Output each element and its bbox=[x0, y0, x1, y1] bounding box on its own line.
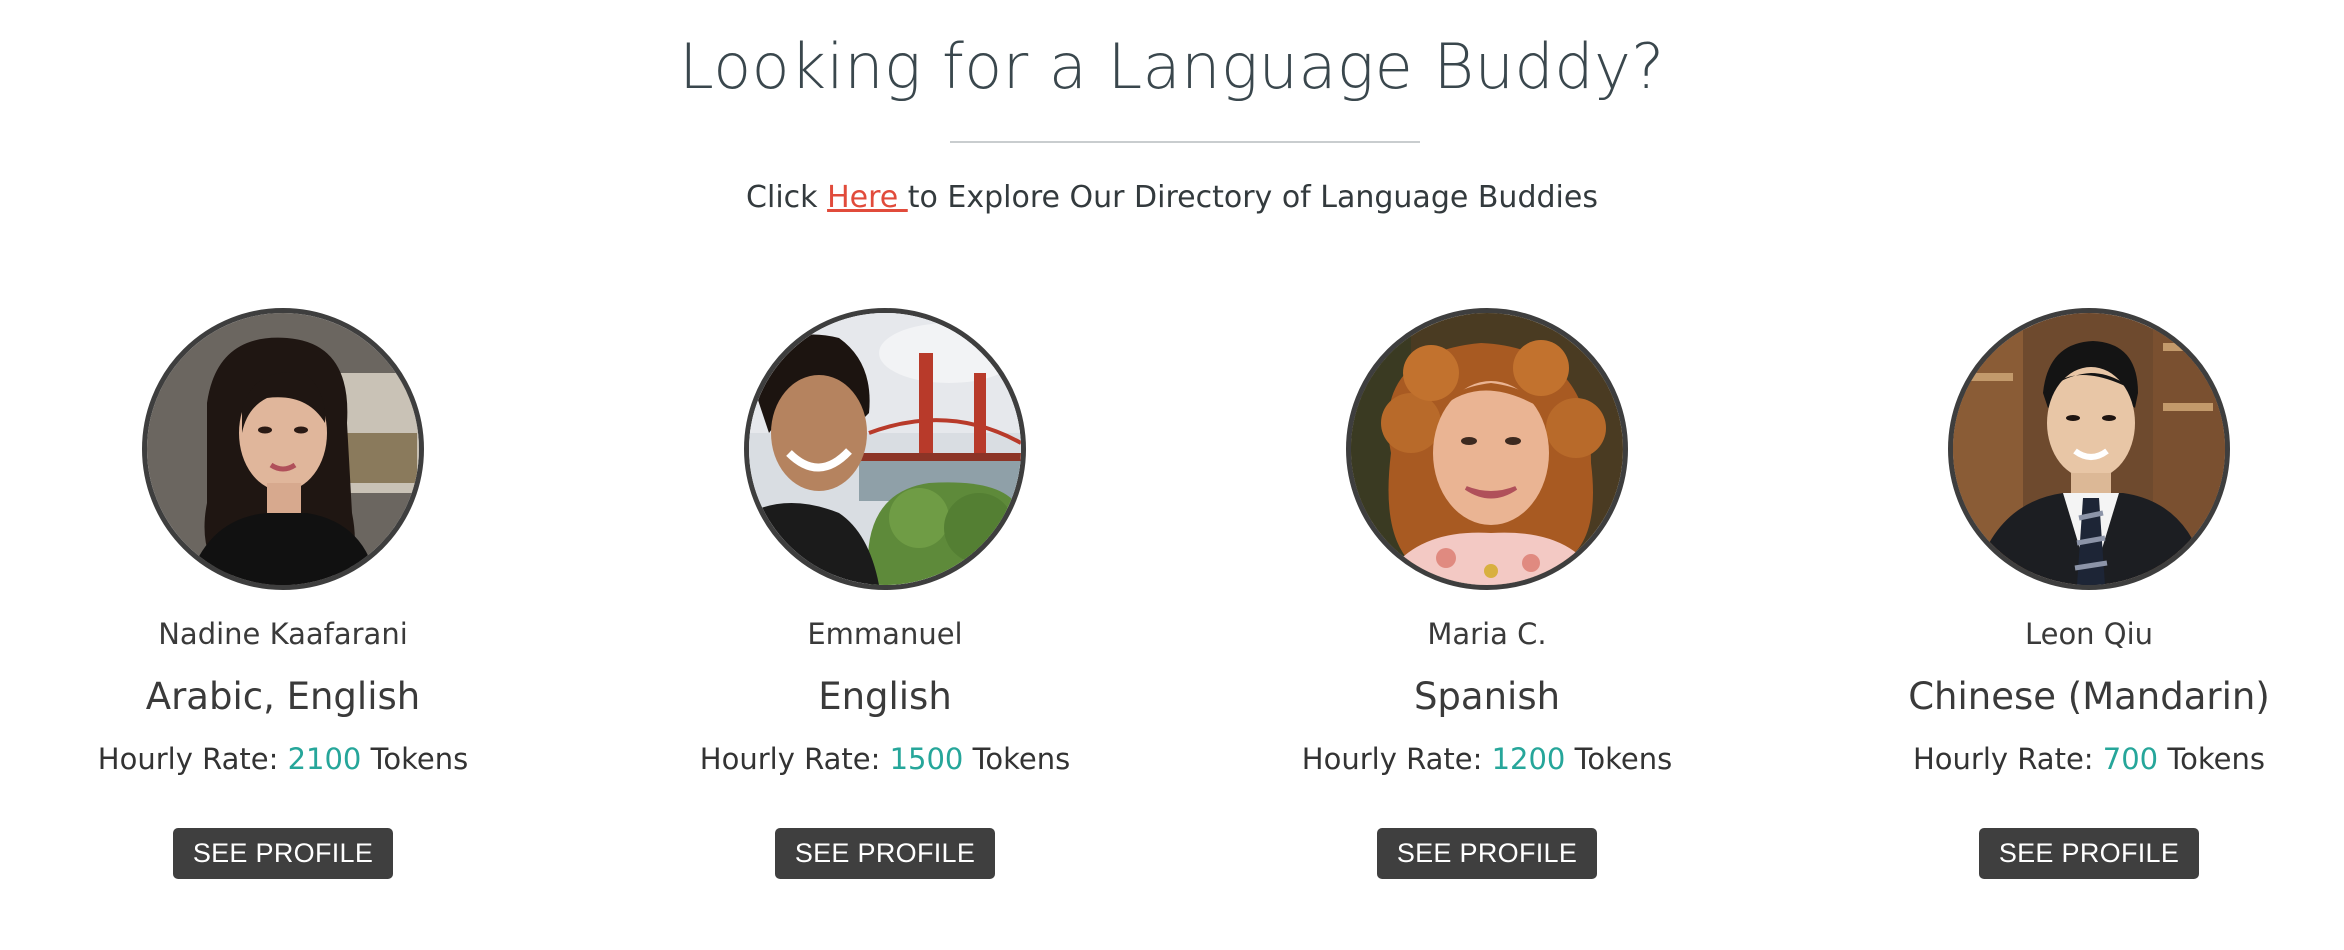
hourly-rate: Hourly Rate: 2100 Tokens bbox=[0, 742, 583, 776]
avatar bbox=[1346, 308, 1628, 590]
buddy-card: Maria C. Spanish Hourly Rate: 1200 Token… bbox=[1187, 308, 1787, 908]
hourly-rate-value: 700 bbox=[2102, 742, 2159, 776]
hourly-rate-label: Hourly Rate: bbox=[97, 742, 288, 776]
buddy-name: Maria C. bbox=[1427, 617, 1547, 651]
hourly-rate-value: 1500 bbox=[889, 742, 964, 776]
avatar-photo bbox=[749, 313, 1021, 585]
hourly-rate-unit: Tokens bbox=[1565, 742, 1673, 776]
directory-prompt-suffix: to Explore Our Directory of Language Bud… bbox=[907, 180, 1598, 215]
directory-link[interactable]: Here bbox=[827, 180, 908, 215]
buddy-languages: Spanish bbox=[1413, 675, 1561, 718]
hourly-rate: Hourly Rate: 1200 Tokens bbox=[1187, 742, 1787, 776]
avatar bbox=[1948, 308, 2230, 590]
hourly-rate: Hourly Rate: 700 Tokens bbox=[1789, 742, 2344, 776]
hourly-rate-value: 1200 bbox=[1491, 742, 1566, 776]
hourly-rate: Hourly Rate: 1500 Tokens bbox=[585, 742, 1185, 776]
buddy-languages: Chinese (Mandarin) bbox=[1908, 675, 2270, 718]
buddy-card: Emmanuel English Hourly Rate: 1500 Token… bbox=[585, 308, 1185, 908]
buddy-card-list: Nadine Kaafarani Arabic, English Hourly … bbox=[0, 308, 2344, 908]
buddy-card: Leon Qiu Chinese (Mandarin) Hourly Rate:… bbox=[1789, 308, 2344, 908]
directory-prompt: Click Here to Explore Our Directory of L… bbox=[0, 180, 2344, 215]
hourly-rate-label: Hourly Rate: bbox=[699, 742, 890, 776]
directory-prompt-prefix: Click bbox=[746, 180, 828, 215]
buddy-name: Emmanuel bbox=[807, 617, 963, 651]
avatar bbox=[142, 308, 424, 590]
avatar-photo bbox=[1351, 313, 1623, 585]
hourly-rate-unit: Tokens bbox=[963, 742, 1071, 776]
hourly-rate-unit: Tokens bbox=[361, 742, 469, 776]
avatar bbox=[744, 308, 1026, 590]
buddy-name: Leon Qiu bbox=[2024, 617, 2154, 651]
page-title: Looking for a Language Buddy? bbox=[679, 30, 1665, 103]
see-profile-button[interactable]: SEE PROFILE bbox=[1376, 828, 1598, 879]
title-divider bbox=[950, 141, 1420, 143]
avatar-photo bbox=[147, 313, 419, 585]
buddy-languages: Arabic, English bbox=[145, 675, 421, 718]
hourly-rate-label: Hourly Rate: bbox=[1913, 742, 2103, 776]
hourly-rate-label: Hourly Rate: bbox=[1301, 742, 1492, 776]
see-profile-button[interactable]: SEE PROFILE bbox=[172, 828, 394, 879]
avatar-photo bbox=[1953, 313, 2225, 585]
buddy-card: Nadine Kaafarani Arabic, English Hourly … bbox=[0, 308, 583, 908]
hourly-rate-value: 2100 bbox=[287, 742, 362, 776]
hourly-rate-unit: Tokens bbox=[2158, 742, 2265, 776]
buddy-languages: English bbox=[818, 675, 952, 718]
see-profile-button[interactable]: SEE PROFILE bbox=[1978, 828, 2200, 879]
buddy-name: Nadine Kaafarani bbox=[158, 617, 408, 651]
see-profile-button[interactable]: SEE PROFILE bbox=[774, 828, 996, 879]
